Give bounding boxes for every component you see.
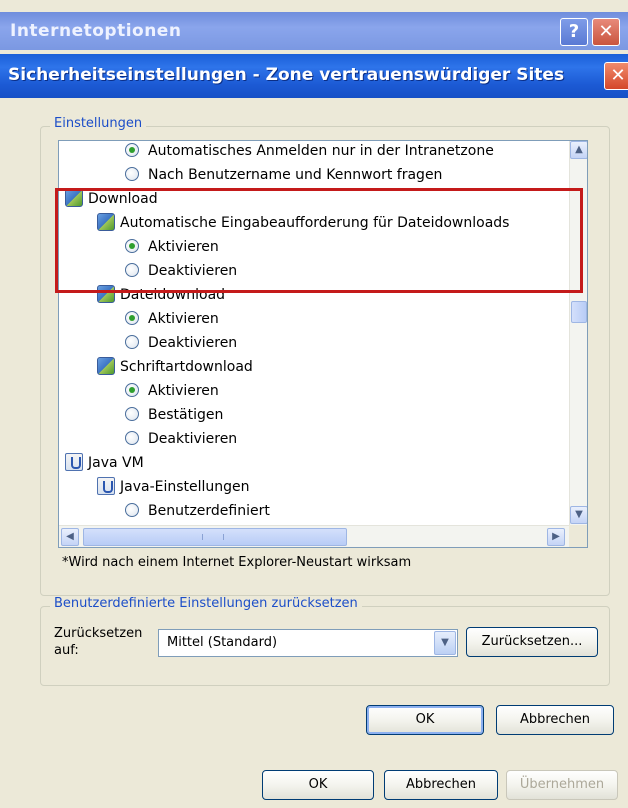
- tree-row-label: Automatisches Anmelden nur in der Intran…: [148, 143, 494, 159]
- radio-button-checked[interactable]: [125, 383, 139, 397]
- dialog-close-button[interactable]: ✕: [604, 62, 628, 90]
- vertical-scroll-thumb[interactable]: [571, 301, 587, 323]
- scroll-left-button[interactable]: ◀: [61, 528, 79, 546]
- outer-close-button[interactable]: ✕: [592, 18, 620, 46]
- dialog-title: Sicherheitseinstellungen - Zone vertraue…: [8, 65, 565, 85]
- reset-to-label: Zurücksetzen auf:: [54, 626, 143, 658]
- radio-button[interactable]: [125, 503, 139, 517]
- restart-note: *Wird nach einem Internet Explorer-Neust…: [62, 555, 412, 570]
- radio-option[interactable]: Automatisches Anmelden nur in der Intran…: [125, 141, 494, 163]
- download-highlight-frame: [55, 188, 583, 293]
- radio-option[interactable]: Bestätigen: [125, 403, 223, 427]
- radio-option[interactable]: Benutzerdefiniert: [125, 499, 270, 523]
- reset-button[interactable]: Zurücksetzen...: [466, 627, 598, 657]
- tree-row-label: Schriftartdownload: [120, 359, 253, 375]
- tree-row-label: Bestätigen: [148, 407, 224, 423]
- outer-title-bar[interactable]: Internetoptionen ? ✕: [0, 12, 628, 50]
- reset-level-value: Mittel (Standard): [167, 635, 278, 650]
- tree-row-label: Java-Einstellungen: [120, 479, 250, 495]
- radio-option[interactable]: Deaktivieren: [125, 331, 237, 355]
- outer-ok-button[interactable]: OK: [262, 770, 374, 800]
- scrollbar-corner: [569, 525, 587, 547]
- radio-button-checked[interactable]: [125, 311, 139, 325]
- scroll-up-button[interactable]: ▲: [570, 141, 587, 159]
- tree-setting[interactable]: Schriftartdownload: [97, 355, 253, 379]
- radio-option[interactable]: Deaktivieren: [125, 427, 237, 451]
- horizontal-scroll-thumb[interactable]: [83, 528, 347, 546]
- reset-level-select[interactable]: Mittel (Standard) ▼: [158, 629, 458, 657]
- dialog-title-bar[interactable]: Sicherheitseinstellungen - Zone vertraue…: [0, 54, 628, 98]
- settings-gear-icon: [97, 357, 115, 375]
- radio-button[interactable]: [125, 335, 139, 349]
- radio-option[interactable]: Aktivieren: [125, 379, 219, 403]
- scroll-down-button[interactable]: ▼: [570, 506, 587, 524]
- tree-row-label: Nach Benutzername und Kennwort fragen: [148, 167, 443, 183]
- outer-window-title: Internetoptionen: [10, 21, 182, 41]
- tree-setting[interactable]: Java-Einstellungen: [97, 475, 250, 499]
- horizontal-scrollbar[interactable]: ◀ ▶: [59, 525, 569, 547]
- tree-row-label: Deaktivieren: [148, 335, 238, 351]
- dialog-cancel-button[interactable]: Abbrechen: [496, 705, 614, 735]
- tree-row-label: Benutzerdefiniert: [148, 503, 270, 519]
- reset-group-label: Benutzerdefinierte Einstellungen zurücks…: [50, 596, 362, 611]
- outer-cancel-button[interactable]: Abbrechen: [384, 770, 498, 800]
- radio-button[interactable]: [125, 167, 139, 181]
- help-button[interactable]: ?: [560, 18, 588, 46]
- java-cup-icon: [65, 453, 83, 471]
- tree-category[interactable]: Java VM: [65, 451, 144, 475]
- outer-apply-button: Übernehmen: [506, 770, 618, 800]
- radio-option[interactable]: Nach Benutzername und Kennwort fragen: [125, 163, 442, 187]
- tree-row-label: Aktivieren: [148, 311, 219, 327]
- radio-option[interactable]: Aktivieren: [125, 307, 219, 331]
- chevron-down-icon[interactable]: ▼: [434, 631, 456, 655]
- radio-button-checked[interactable]: [125, 143, 139, 157]
- tree-row-label: Deaktivieren: [148, 431, 238, 447]
- dialog-ok-button[interactable]: OK: [366, 705, 484, 735]
- internet-options-window: Internetoptionen ? ✕ Sicherheitseinstell…: [0, 0, 628, 808]
- java-cup-icon: [97, 477, 115, 495]
- radio-button[interactable]: [125, 407, 139, 421]
- radio-button[interactable]: [125, 431, 139, 445]
- scroll-right-button[interactable]: ▶: [547, 528, 565, 546]
- tree-row-label: Aktivieren: [148, 383, 219, 399]
- settings-group-label: Einstellungen: [50, 116, 147, 131]
- tree-row-label: Java VM: [88, 455, 144, 471]
